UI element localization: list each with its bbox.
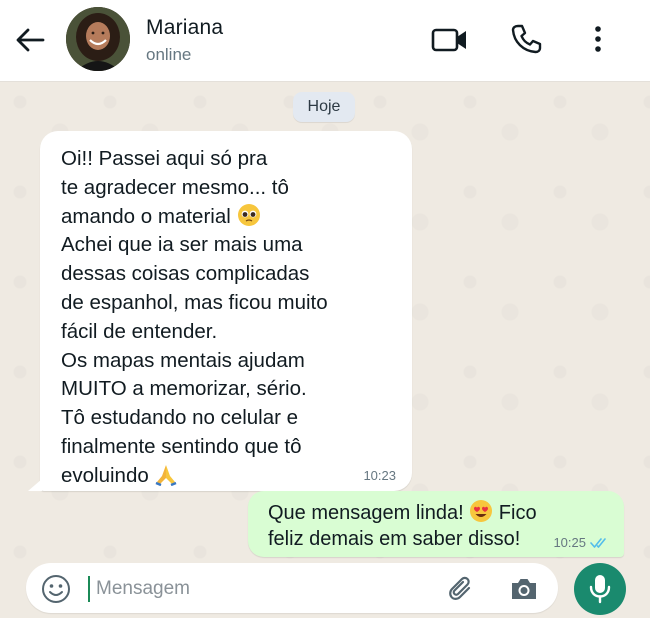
message-time: 10:23 <box>363 468 396 483</box>
message-line: Tô estudando no celular e <box>61 406 299 430</box>
video-camera-icon <box>431 28 466 52</box>
incoming-message-bubble[interactable]: Oi!! Passei aqui só pra te agradecer mesm… <box>28 131 412 491</box>
message-line: amando o material <box>61 204 231 228</box>
paperclip-icon <box>449 576 471 600</box>
message-input[interactable] <box>88 576 418 602</box>
message-line: evoluindo <box>61 463 149 487</box>
message-line: MUITO a memorizar, sério. <box>61 377 307 401</box>
more-options-button[interactable] <box>582 19 614 59</box>
folded-hands-emoji <box>156 464 177 486</box>
pleading-face-emoji <box>237 203 260 226</box>
message-line: Achei que ia ser mais uma <box>61 233 303 257</box>
camera-icon <box>512 579 536 599</box>
message-line: Oi!! Passei aqui só pra <box>61 147 268 170</box>
message-line: dessas coisas complicadas <box>61 262 310 286</box>
heart-eyes-emoji <box>470 500 493 522</box>
chat-header: Mariana online <box>0 0 650 82</box>
camera-button[interactable] <box>508 574 540 604</box>
outgoing-message-bubble[interactable]: Que mensagem linda! Fico feliz demais em … <box>248 491 624 557</box>
emoji-button[interactable] <box>40 573 72 605</box>
emoji-icon <box>42 575 70 603</box>
message-time: 10:25 <box>553 535 586 550</box>
message-line: Fico <box>498 502 537 524</box>
voice-message-button[interactable] <box>574 563 626 615</box>
message-line: de espanhol, mas ficou muito <box>61 290 328 314</box>
voice-call-button[interactable] <box>506 19 546 59</box>
message-line: Os mapas mentais ajudam <box>61 348 305 372</box>
date-chip: Hoje <box>293 92 355 122</box>
message-text: Oi!! Passei aqui só pra te agradecer mesm… <box>61 145 401 491</box>
attach-button[interactable] <box>446 574 476 604</box>
message-line: finalmente sentindo que tô <box>61 434 302 458</box>
message-text: Que mensagem linda! Fico feliz demais em … <box>268 499 568 552</box>
message-line: te agradecer mesmo... tô <box>61 175 289 199</box>
more-vertical-icon <box>595 26 601 52</box>
contact-name[interactable]: Mariana <box>146 16 223 40</box>
message-composer <box>26 563 558 613</box>
message-line: fácil de entender. <box>61 319 218 343</box>
back-arrow-icon <box>16 28 45 52</box>
bubble-tail <box>28 479 42 491</box>
back-button[interactable] <box>10 20 50 60</box>
avatar[interactable] <box>66 7 130 71</box>
read-ticks-icon <box>590 538 606 548</box>
phone-icon <box>511 24 542 54</box>
microphone-icon <box>589 575 611 604</box>
message-line: feliz demais em saber disso! <box>268 528 521 550</box>
contact-status: online <box>146 45 192 64</box>
message-line: Que mensagem linda! <box>268 502 464 524</box>
video-call-button[interactable] <box>428 20 472 60</box>
